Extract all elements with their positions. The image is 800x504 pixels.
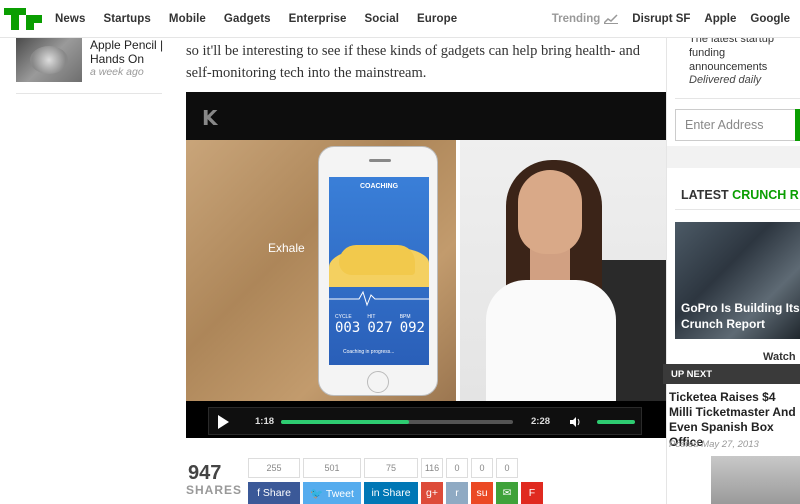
up-next-date: Posted May 27, 2013 [669, 439, 759, 450]
primary-nav: News Startups Mobile Gadgets Enterprise … [55, 0, 475, 38]
readings: CYCLE 003 HIT 027 BPM 092 [335, 314, 425, 336]
nav-enterprise[interactable]: Enterprise [289, 13, 347, 25]
up-next-label: UP NEXT [663, 364, 800, 384]
phone-image: COACHING CYCLE 003 HIT 027 BPM 092 Coach… [318, 146, 438, 396]
cycle-reading: CYCLE 003 [335, 314, 360, 336]
right-sidebar: The latest startup funding announcements… [663, 33, 800, 504]
latest-crunch-heading: LATEST CRUNCH R [681, 188, 799, 202]
share-count: 947 [188, 462, 222, 484]
exhale-label: Exhale [268, 241, 305, 255]
volume-slider[interactable] [597, 420, 635, 424]
facebook-share-button[interactable]: f Share [248, 482, 300, 504]
crunch-report-word: CRUNCH R [732, 188, 799, 202]
linkedin-count: 75 [364, 458, 418, 478]
volume-icon[interactable] [569, 416, 581, 428]
bpm-value: 092 [399, 320, 425, 336]
video-brand-logo: K [202, 106, 218, 130]
stumbleupon-count: 0 [471, 458, 493, 478]
divider [16, 93, 162, 94]
twitter-share-button[interactable]: 🐦 Tweet [303, 482, 361, 504]
video-player[interactable]: K Exhale COACHING CYCLE 003 HIT 027 BPM … [186, 92, 666, 438]
nav-europe[interactable]: Europe [417, 13, 457, 25]
phone-speaker [369, 159, 391, 162]
latest-word: LATEST [681, 188, 729, 202]
stumbleupon-share-button[interactable]: su [471, 482, 493, 504]
googleplus-share-button[interactable]: g+ [421, 482, 443, 504]
facebook-count: 255 [248, 458, 300, 478]
email-address-input[interactable]: Enter Address [675, 109, 800, 141]
googleplus-count: 116 [421, 458, 443, 478]
whale-illustration [339, 245, 415, 275]
coaching-status: Coaching in progress... [343, 349, 395, 355]
divider [675, 98, 800, 99]
left-sidebar: Apple Pencil | Hands On a week ago [0, 38, 170, 504]
video-controls: 1:18 2:28 [208, 407, 642, 435]
video-header: K [186, 92, 666, 140]
top-navigation-bar: News Startups Mobile Gadgets Enterprise … [0, 0, 800, 38]
linkedin-share-button[interactable]: in Share [364, 482, 418, 504]
duration: 2:28 [531, 416, 551, 427]
progress-bar[interactable] [281, 420, 513, 424]
shirt [486, 280, 616, 401]
trending-label: Trending [551, 13, 601, 25]
email-count: 0 [496, 458, 518, 478]
subscribe-button[interactable] [795, 109, 800, 141]
nav-disrupt-sf[interactable]: Disrupt SF [632, 13, 690, 25]
sidebar-story-title[interactable]: Apple Pencil | Hands On [90, 38, 165, 66]
story-thumbnail[interactable] [16, 38, 82, 82]
face [518, 170, 582, 254]
share-label: SHARES [186, 483, 243, 497]
nav-mobile[interactable]: Mobile [169, 13, 206, 25]
hit-reading: HIT 027 [367, 314, 392, 336]
cycle-value: 003 [335, 320, 361, 336]
watch-link[interactable]: Watch [763, 351, 796, 363]
featured-video-thumbnail[interactable]: GoPro Is Building Its Crunch Report [675, 222, 800, 339]
hit-value: 027 [367, 320, 393, 336]
techcrunch-logo[interactable] [4, 8, 42, 30]
nav-google[interactable]: Google [750, 13, 790, 25]
nav-gadgets[interactable]: Gadgets [224, 13, 271, 25]
email-share-button[interactable]: ✉ [496, 482, 518, 504]
reddit-share-button[interactable]: r [446, 482, 468, 504]
phone-home-button [367, 371, 389, 393]
up-next-thumbnail[interactable] [711, 456, 800, 504]
trending-chart-icon [604, 14, 619, 24]
newsletter-subtext: Delivered daily [689, 74, 762, 86]
nav-news[interactable]: News [55, 13, 85, 25]
sidebar-story-time: a week ago [90, 66, 144, 78]
newsletter-text: The latest startup funding announcements [689, 33, 774, 73]
woman-scene [460, 140, 666, 401]
phone-scene: Exhale COACHING CYCLE 003 HIT 027 BPM 09… [186, 140, 456, 401]
nav-startups[interactable]: Startups [103, 13, 150, 25]
current-time: 1:18 [255, 416, 275, 427]
heartbeat-line [329, 290, 429, 307]
twitter-count: 501 [303, 458, 361, 478]
bpm-reading: BPM 092 [400, 314, 425, 336]
progress-fill [281, 420, 409, 424]
article-paragraph: so it'll be interesting to see if these … [186, 43, 641, 81]
app-title: COACHING [359, 183, 399, 190]
video-frame[interactable]: Exhale COACHING CYCLE 003 HIT 027 BPM 09… [186, 140, 666, 401]
play-icon[interactable] [213, 412, 233, 432]
reddit-count: 0 [446, 458, 468, 478]
flipboard-share-button[interactable]: F [521, 482, 543, 504]
nav-apple[interactable]: Apple [704, 13, 736, 25]
phone-screen: COACHING CYCLE 003 HIT 027 BPM 092 Coach… [329, 177, 429, 365]
trending-nav: Trending Disrupt SF Apple Google [552, 0, 790, 38]
share-buttons: f Share 🐦 Tweet in Share g+ r su ✉ F [248, 482, 546, 504]
section-band [667, 146, 800, 168]
featured-video-title[interactable]: GoPro Is Building Its Crunch Report [681, 300, 800, 332]
nav-social[interactable]: Social [365, 13, 399, 25]
share-counts: 255 501 75 116 0 0 0 [248, 458, 521, 478]
divider [675, 209, 800, 210]
